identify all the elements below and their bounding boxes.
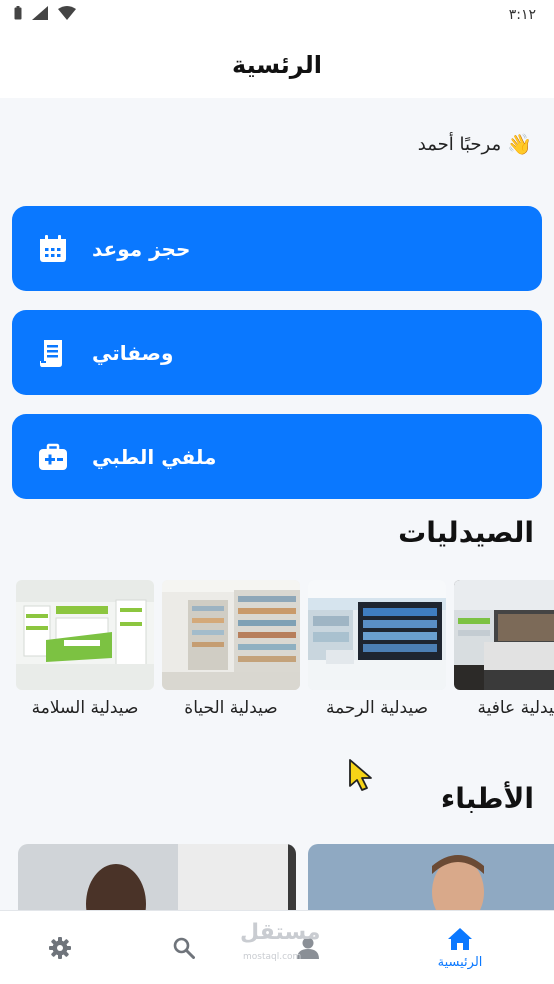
watermark-url: mostaql.com <box>243 952 302 962</box>
medical-record-label: ملفي الطبي <box>92 444 217 469</box>
greeting: 👋 مرحبًا أحمد <box>418 132 532 156</box>
calendar-icon <box>40 234 66 262</box>
pharmacy-card[interactable]: صيدلية الرحمة <box>308 580 446 718</box>
doctor-photo <box>18 844 296 914</box>
nav-item-settings[interactable] <box>0 911 120 984</box>
home-icon <box>448 927 472 950</box>
pharmacy-name: صيدلية السلامة <box>31 698 139 718</box>
medical-kit-icon <box>39 443 67 470</box>
pharmacy-name: صيدلية الرحمة <box>325 698 429 718</box>
pharmacy-name: صيدلية الحياة <box>184 698 278 718</box>
app-bar: الرئسية <box>0 32 554 98</box>
medical-record-button[interactable]: ملفي الطبي <box>12 414 542 499</box>
battery-icon <box>14 6 22 20</box>
doctors-title: الأطباء <box>440 782 534 815</box>
book-appointment-button[interactable]: حجز موعد <box>12 206 542 291</box>
pharmacy-card[interactable]: صيدلية السلامة <box>16 580 154 718</box>
doctors-list[interactable] <box>0 844 554 914</box>
book-appointment-label: حجز موعد <box>92 236 191 261</box>
page-title: الرئسية <box>232 51 322 79</box>
nav-item-search[interactable] <box>124 911 244 984</box>
my-prescriptions-label: وصفاتي <box>92 340 174 365</box>
pharmacy-card[interactable]: صيدلية عافية <box>454 580 554 718</box>
pharmacy-image <box>308 580 446 690</box>
nav-home-label: الرئيسية <box>437 954 483 970</box>
greeting-text: مرحبًا أحمد <box>417 133 502 155</box>
doctor-photo <box>308 844 554 914</box>
pharmacy-image <box>16 580 154 690</box>
settings-icon <box>49 937 71 959</box>
receipt-icon <box>40 339 62 367</box>
pharmacies-list[interactable]: صيدلية عافية صيدلية الرحمة <box>0 580 554 730</box>
status-bar: ٣:١٢ <box>0 0 554 32</box>
cursor-icon <box>349 759 372 791</box>
pharmacy-name: صيدلية عافية <box>477 698 554 718</box>
status-icons <box>14 6 76 20</box>
pharmacies-title: الصيدليات <box>398 516 534 549</box>
my-prescriptions-button[interactable]: وصفاتي <box>12 310 542 395</box>
nav-item-home[interactable]: الرئيسية <box>400 911 520 984</box>
pharmacy-card[interactable]: صيدلية الحياة <box>162 580 300 718</box>
waving-hand-icon: 👋 <box>507 132 532 156</box>
wifi-icon <box>58 6 76 20</box>
pharmacy-image <box>454 580 554 690</box>
search-icon <box>173 937 195 959</box>
signal-icon <box>32 6 48 20</box>
doctor-card[interactable] <box>18 844 296 914</box>
doctor-card[interactable] <box>308 844 554 914</box>
pharmacy-image <box>162 580 300 690</box>
watermark-logo: مستقل <box>240 920 321 945</box>
status-time: ٣:١٢ <box>508 7 536 23</box>
